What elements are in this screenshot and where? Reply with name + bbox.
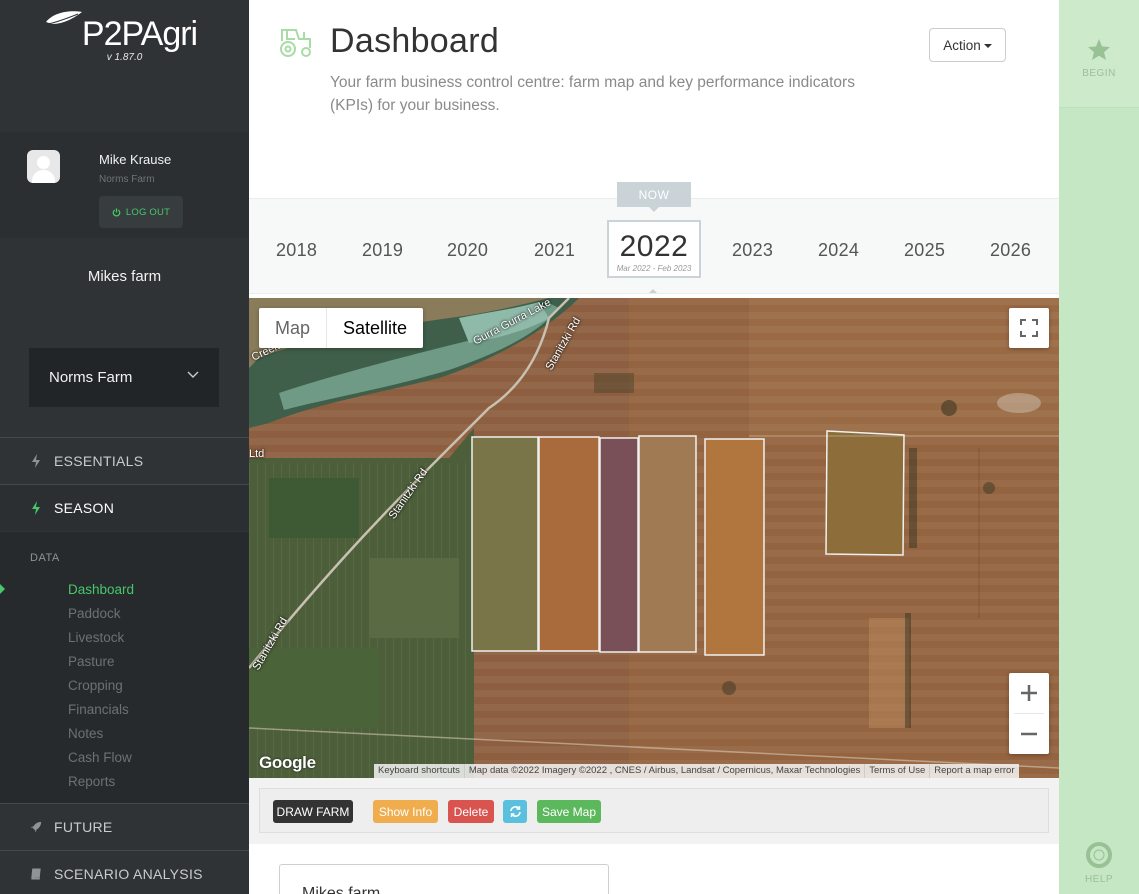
now-badge: NOW [617, 182, 691, 212]
year-2023[interactable]: 2023 [732, 240, 773, 261]
rocket-icon [30, 821, 42, 833]
chevron-down-icon [187, 371, 199, 378]
star-icon [1088, 39, 1110, 60]
map-data-text: Map data ©2022 Imagery ©2022 , CNES / Ai… [463, 764, 864, 778]
nav-section-label: SCENARIO ANALYSIS [54, 866, 203, 882]
report-error-link[interactable]: Report a map error [929, 764, 1018, 778]
minus-icon [1021, 732, 1037, 736]
show-info-button[interactable]: Show Info [373, 800, 438, 823]
nav-section-future[interactable]: FUTURE [0, 803, 249, 850]
map-toolbar-area: DRAW FARM Show Info Delete Save Map [249, 778, 1059, 844]
logout-label: LOG OUT [125, 206, 171, 218]
caret-down-icon [983, 44, 992, 48]
year-2021[interactable]: 2021 [534, 240, 575, 261]
fullscreen-button[interactable] [1009, 308, 1049, 348]
avatar[interactable] [27, 150, 60, 183]
map-type-toggle: Map Satellite [259, 308, 424, 348]
bolt-icon [32, 454, 40, 468]
save-map-button[interactable]: Save Map [537, 800, 601, 823]
draw-farm-button[interactable]: DRAW FARM [273, 800, 353, 823]
plus-icon [1021, 685, 1037, 701]
map-toolbar: DRAW FARM Show Info Delete Save Map [259, 788, 1049, 833]
sidebar-item-dashboard[interactable]: Dashboard [68, 582, 134, 597]
selected-year-range: Mar 2022 - Feb 2023 [616, 264, 692, 273]
farm-map[interactable]: Gurra Gurra Lake Stanitzki Rd Stanitzki … [249, 298, 1059, 778]
nav-section-season[interactable]: SEASON [0, 484, 249, 531]
year-2018[interactable]: 2018 [276, 240, 317, 261]
sidebar-item-financials[interactable]: Financials [68, 702, 129, 717]
user-name: Mike Krause [99, 152, 172, 167]
right-rail: BEGIN HELP [1059, 0, 1139, 894]
data-heading: DATA [30, 552, 60, 564]
begin-label: BEGIN [1082, 68, 1116, 79]
map-attribution: Keyboard shortcuts Map data ©2022 Imager… [374, 764, 1019, 778]
google-logo[interactable]: Google [259, 753, 316, 773]
tractor-icon [280, 29, 311, 57]
year-2024[interactable]: 2024 [818, 240, 859, 261]
year-2025[interactable]: 2025 [904, 240, 945, 261]
sidebar-item-livestock[interactable]: Livestock [68, 630, 124, 645]
refresh-button[interactable] [503, 800, 527, 823]
logout-button[interactable]: LOG OUT [99, 196, 183, 228]
nav-section-scenario-analysis[interactable]: SCENARIO ANALYSIS [0, 850, 249, 894]
map-type-satellite[interactable]: Satellite [326, 308, 423, 348]
sidebar-item-cropping[interactable]: Cropping [68, 678, 123, 693]
satellite-imagery [249, 298, 1059, 778]
keyboard-shortcuts-link[interactable]: Keyboard shortcuts [374, 764, 464, 778]
brand-logo[interactable]: P2PAgri v 1.87.0 [0, 11, 249, 63]
map-type-map[interactable]: Map [259, 308, 326, 348]
map-label-ltd: Ltd [249, 448, 265, 460]
sidebar-item-cash-flow[interactable]: Cash Flow [68, 750, 132, 765]
season-submenu: DATA Dashboard Paddock Livestock Pasture… [0, 532, 249, 803]
lifebuoy-icon [1086, 842, 1112, 868]
zoom-in-button[interactable] [1009, 673, 1049, 713]
farm-title: Mikes farm [87, 268, 162, 285]
sidebar-item-paddock[interactable]: Paddock [68, 606, 121, 621]
nav-section-essentials[interactable]: ESSENTIALS [0, 437, 249, 484]
year-2019[interactable]: 2019 [362, 240, 403, 261]
sidebar: P2PAgri v 1.87.0 Mike Krause Norms Farm … [0, 0, 249, 894]
selected-year: 2022 [619, 230, 689, 263]
year-selector: NOW 2018 2019 2020 2021 2022 Mar 2022 - … [249, 182, 1059, 294]
farm-panel[interactable]: Mikes farm [279, 864, 609, 894]
delete-button[interactable]: Delete [448, 800, 494, 823]
nav-section-label: FUTURE [54, 819, 113, 835]
fullscreen-icon [1020, 319, 1038, 337]
refresh-icon [509, 806, 521, 817]
leaf-logo-icon [45, 11, 82, 25]
bolt-icon [32, 501, 40, 515]
zoom-control [1009, 673, 1049, 754]
year-2026[interactable]: 2026 [990, 240, 1031, 261]
sidebar-item-pasture[interactable]: Pasture [68, 654, 115, 669]
nav-section-label: SEASON [54, 500, 115, 516]
power-icon [112, 207, 121, 217]
book-icon [31, 868, 41, 880]
active-marker [0, 584, 5, 594]
user-box: Mike Krause Norms Farm LOG OUT [0, 132, 249, 238]
sidebar-item-reports[interactable]: Reports [68, 774, 115, 789]
user-farm: Norms Farm [99, 174, 155, 185]
logo: P2PAgri [45, 11, 198, 54]
page-title: Dashboard [330, 22, 500, 60]
terms-link[interactable]: Terms of Use [864, 764, 929, 778]
year-2020[interactable]: 2020 [447, 240, 488, 261]
sidebar-item-notes[interactable]: Notes [68, 726, 103, 741]
help-button[interactable]: HELP [1059, 842, 1139, 885]
farm-select[interactable]: Norms Farm [29, 348, 219, 407]
zoom-out-button[interactable] [1009, 714, 1049, 754]
page-description: Your farm business control centre: farm … [330, 74, 855, 114]
farm-panel-title: Mikes farm [302, 885, 381, 894]
year-pointer [649, 289, 657, 293]
page-header: Dashboard Your farm business control cen… [249, 0, 1059, 198]
action-dropdown-button[interactable]: Action [929, 28, 1006, 62]
action-label: Action [943, 37, 981, 53]
farm-select-value: Norms Farm [49, 369, 133, 386]
nav-section-label: ESSENTIALS [54, 453, 144, 469]
begin-button[interactable]: BEGIN [1059, 38, 1139, 79]
help-label: HELP [1084, 874, 1114, 885]
year-2022-selected[interactable]: 2022 Mar 2022 - Feb 2023 [607, 220, 701, 278]
